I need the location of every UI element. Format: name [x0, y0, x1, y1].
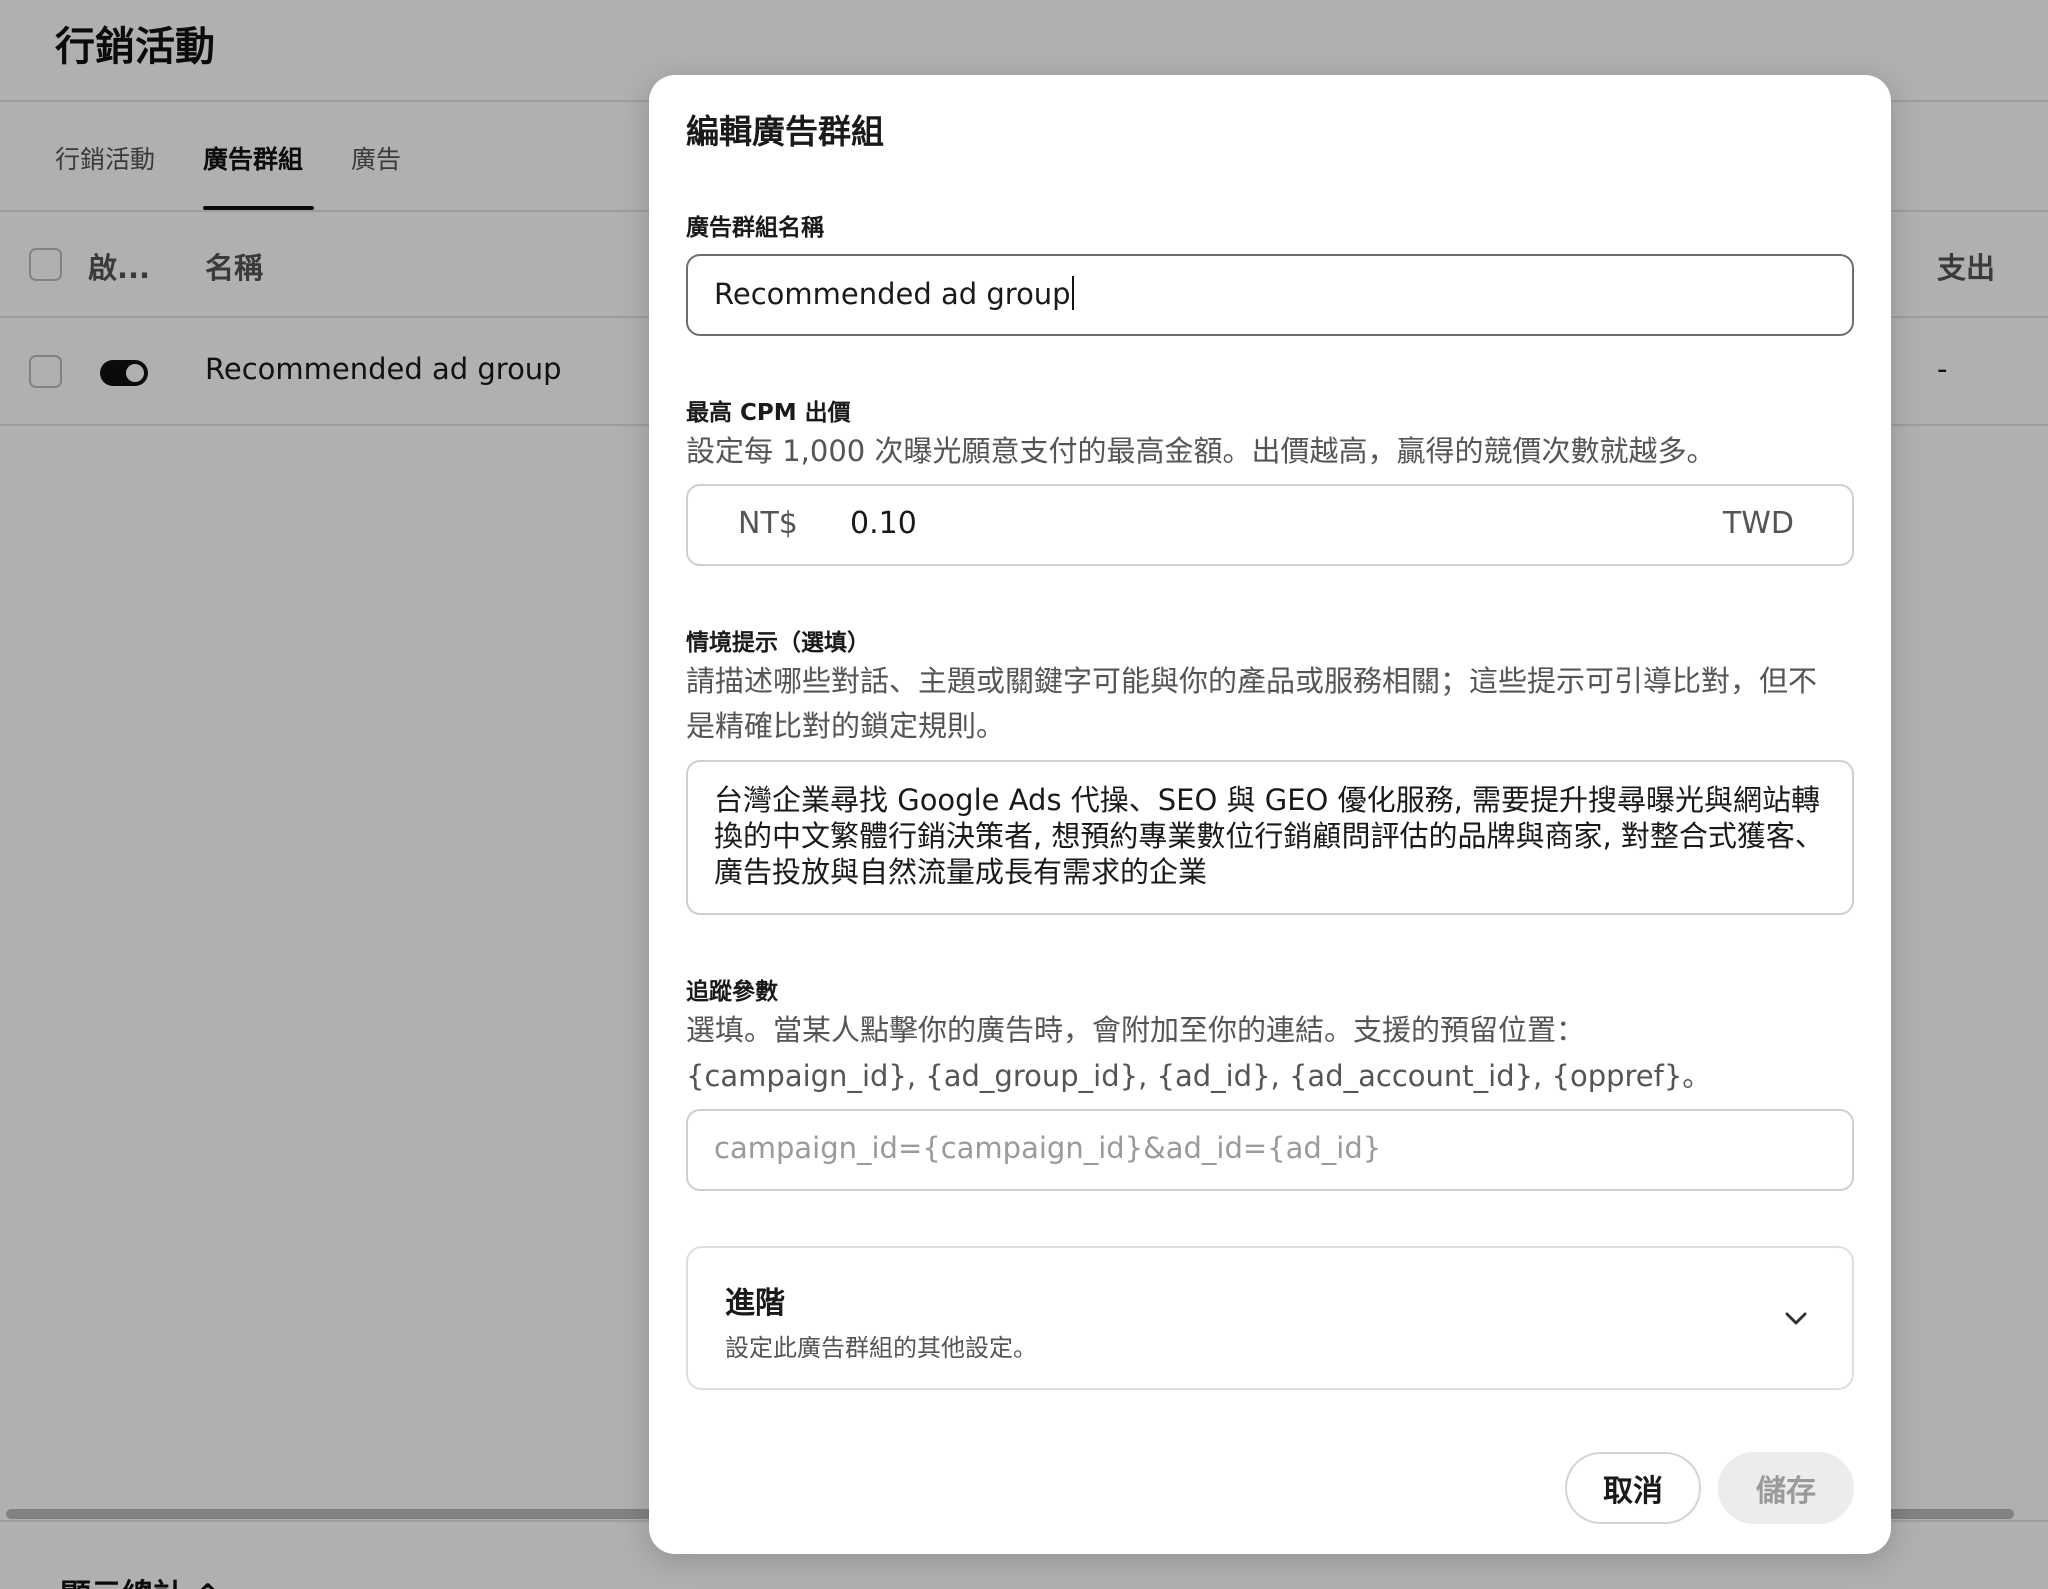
tracking-params-input[interactable]: campaign_id={campaign_id}&ad_id={ad_id}	[686, 1109, 1854, 1191]
context-hints-label: 情境提示（選填）	[686, 630, 870, 656]
context-hints-textarea[interactable]: 台灣企業尋找 Google Ads 代操、SEO 與 GEO 優化服務, 需要提…	[686, 760, 1854, 915]
advanced-description: 設定此廣告群組的其他設定。	[725, 1334, 1037, 1362]
ad-group-name-value: Recommended ad group	[714, 277, 1071, 311]
save-button[interactable]: 儲存	[1718, 1452, 1854, 1524]
context-hints-help: 請描述哪些對話、主題或關鍵字可能與你的產品或服務相關；這些提示可引導比對，但不是…	[686, 664, 1818, 743]
context-hints-value: 台灣企業尋找 Google Ads 代操、SEO 與 GEO 優化服務, 需要提…	[714, 783, 1824, 889]
bid-amount-value: 0.10	[850, 506, 917, 541]
cancel-button[interactable]: 取消	[1565, 1452, 1701, 1524]
edit-ad-group-dialog: 編輯廣告群組 廣告群組名稱 Recommended ad group 最高 CP…	[649, 75, 1891, 1554]
text-caret	[1071, 276, 1074, 310]
advanced-section-toggle[interactable]: 進階 設定此廣告群組的其他設定。	[686, 1246, 1854, 1390]
advanced-title: 進階	[725, 1286, 785, 1321]
max-cpm-bid-input[interactable]: NT$ 0.10 TWD	[686, 484, 1854, 566]
max-cpm-bid-help: 設定每 1,000 次曝光願意支付的最高金額。出價越高，贏得的競價次數就越多。	[686, 434, 1716, 468]
max-cpm-bid-label: 最高 CPM 出價	[686, 400, 851, 426]
tracking-params-help-line1: 選填。當某人點擊你的廣告時，會附加至你的連結。支援的預留位置：	[686, 1013, 1586, 1047]
ad-group-name-input[interactable]: Recommended ad group	[686, 254, 1854, 336]
tracking-params-placeholder: campaign_id={campaign_id}&ad_id={ad_id}	[714, 1131, 1382, 1165]
ad-group-name-label: 廣告群組名稱	[686, 215, 824, 241]
tracking-params-help-line2: {campaign_id}, {ad_group_id}, {ad_id}, {…	[686, 1059, 1712, 1093]
currency-prefix: NT$	[738, 506, 798, 541]
dialog-title: 編輯廣告群組	[686, 112, 884, 151]
currency-suffix: TWD	[1722, 506, 1794, 541]
chevron-down-icon[interactable]	[1782, 1304, 1810, 1332]
tracking-params-label: 追蹤參數	[686, 979, 778, 1005]
